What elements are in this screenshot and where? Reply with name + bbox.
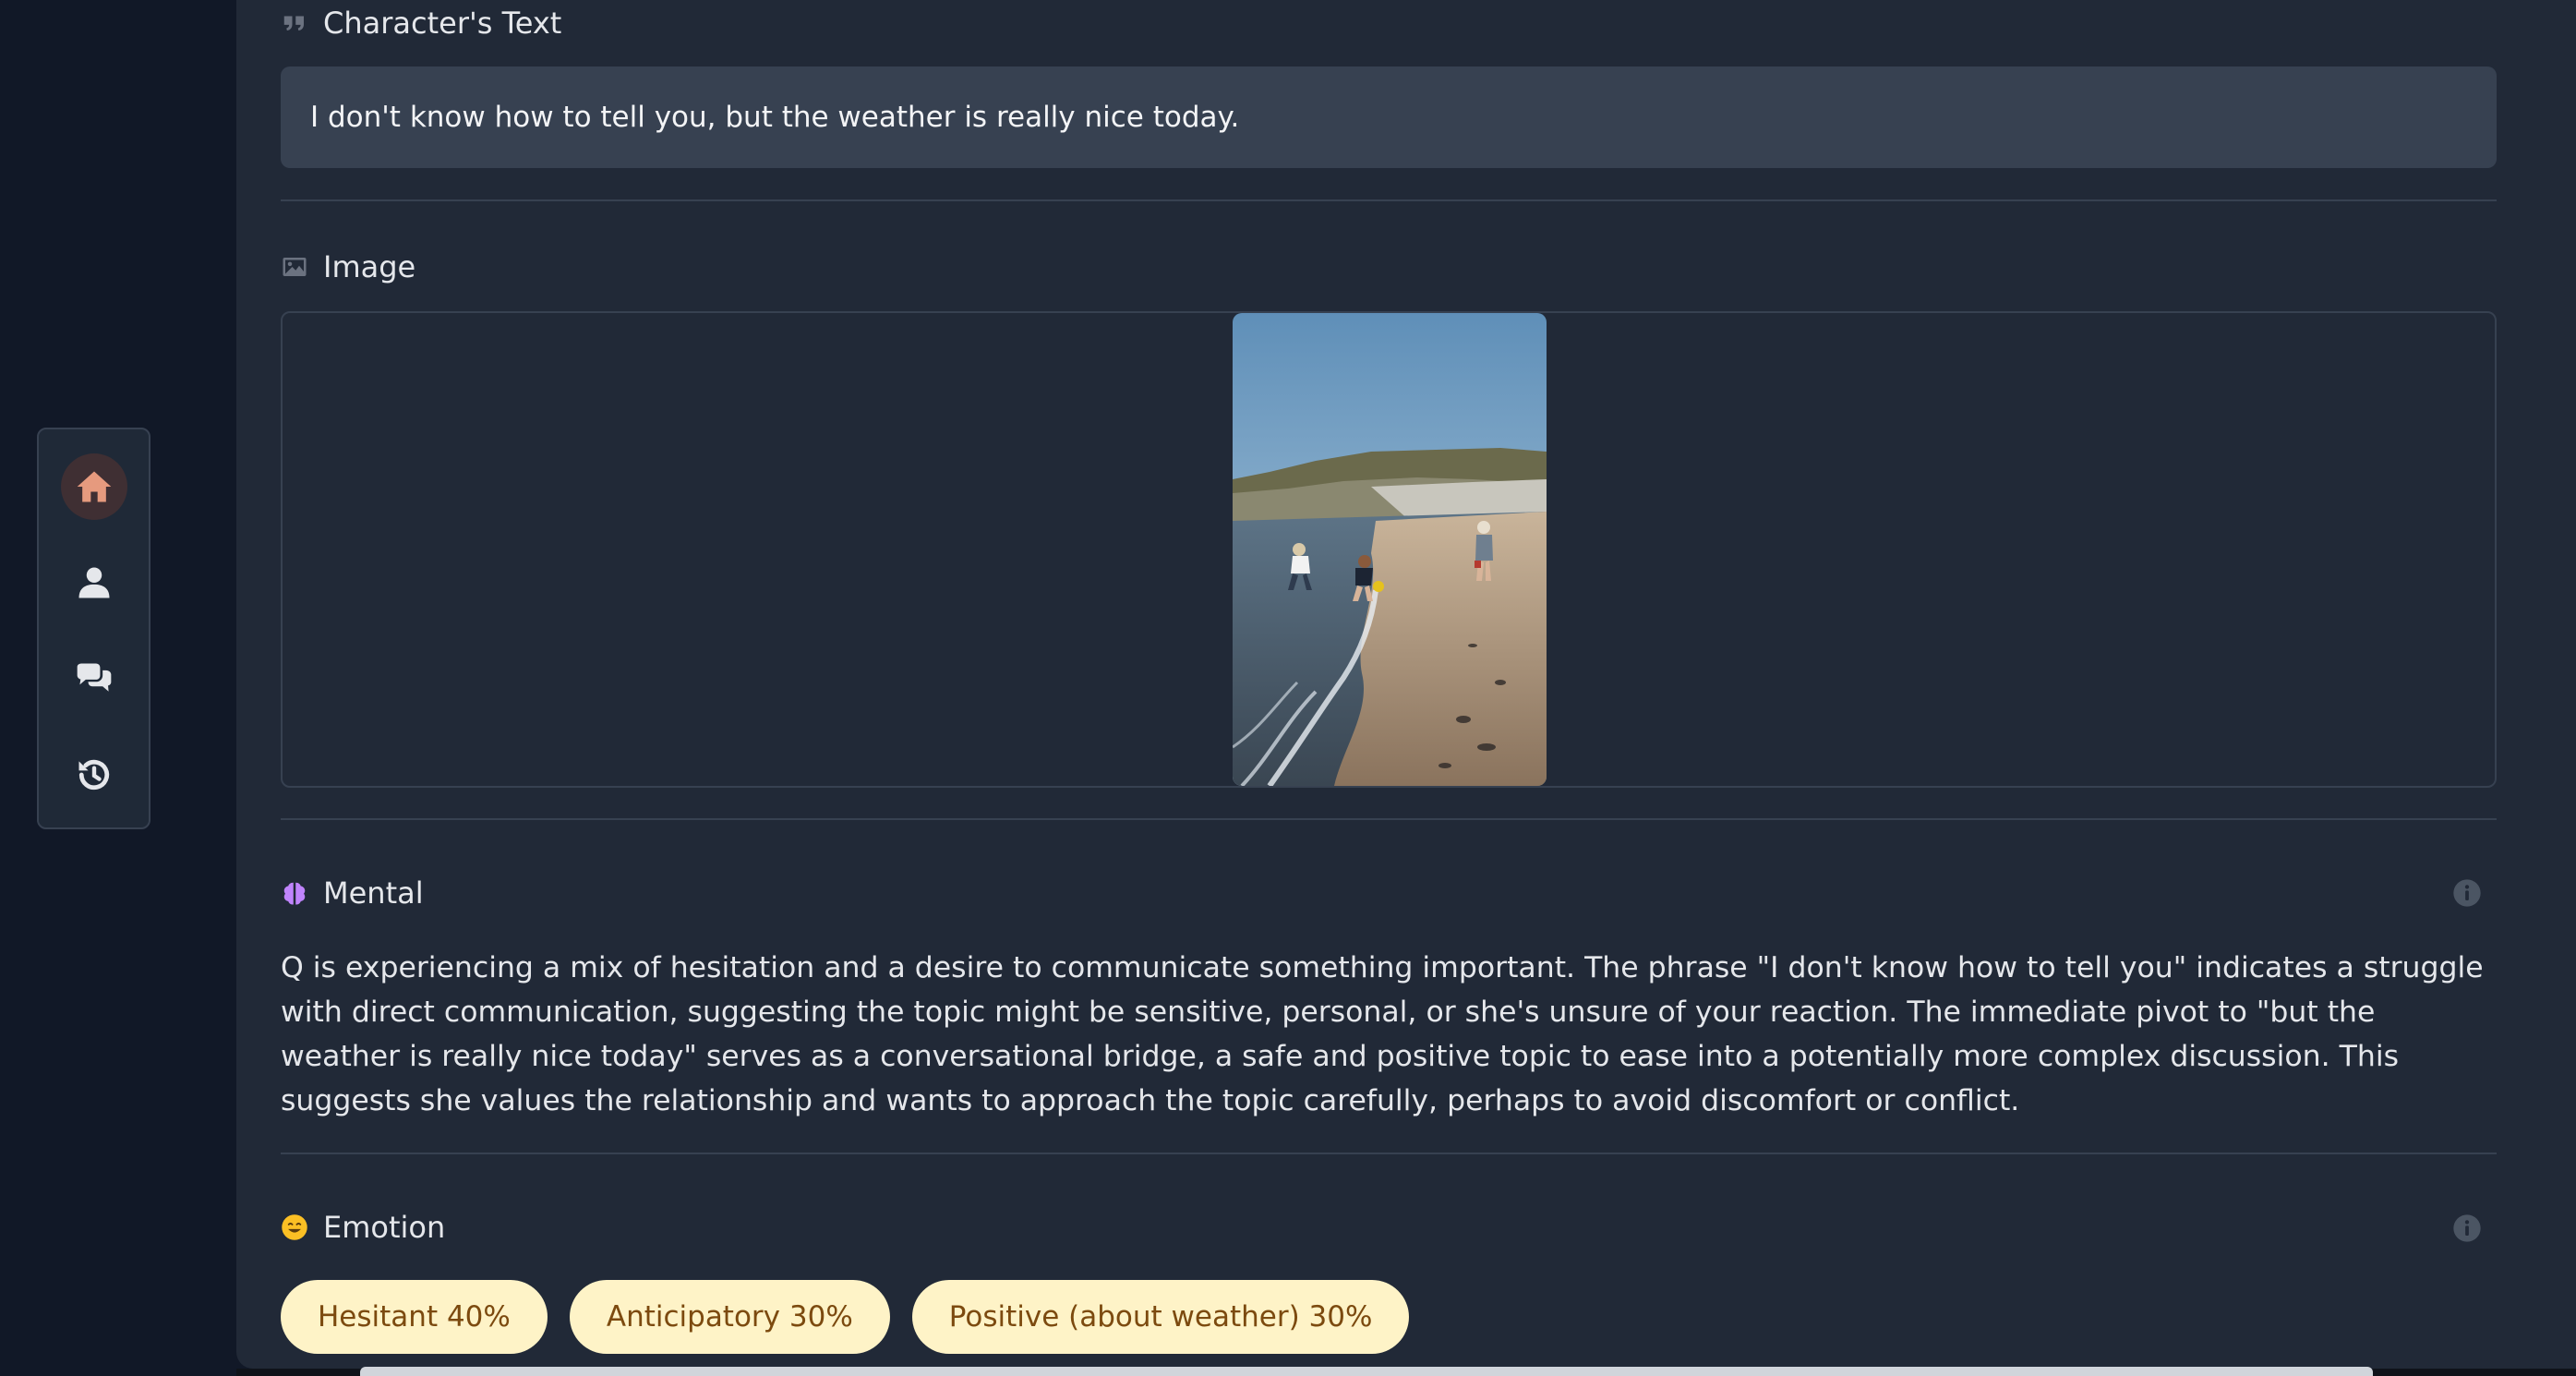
chat-icon <box>77 663 112 692</box>
emotion-tag[interactable]: Anticipatory 30% <box>569 1280 890 1354</box>
nav-history-button[interactable] <box>61 742 127 808</box>
character-text-content: I don't know how to tell you, but the we… <box>310 101 1240 134</box>
history-icon <box>78 759 110 791</box>
user-icon <box>78 567 110 598</box>
mental-heading: Mental <box>281 875 424 911</box>
emotion-heading: Emotion <box>281 1210 445 1245</box>
divider <box>281 818 2497 820</box>
mental-title: Mental <box>323 875 424 911</box>
nav-home-button[interactable] <box>61 453 127 520</box>
emotion-info-icon[interactable] <box>2452 1213 2482 1243</box>
horizontal-scrollbar[interactable] <box>360 1367 2373 1376</box>
nav-profile-button[interactable] <box>61 549 127 616</box>
emotion-tag[interactable]: Hesitant 40% <box>281 1280 548 1354</box>
quote-icon <box>281 9 308 37</box>
divider <box>281 199 2497 201</box>
image-heading: Image <box>281 249 415 284</box>
side-nav <box>37 428 150 829</box>
smile-icon <box>281 1213 308 1241</box>
emotion-tag[interactable]: Positive (about weather) 30% <box>911 1280 1410 1354</box>
character-text-title: Character's Text <box>323 6 562 41</box>
divider <box>281 1153 2497 1154</box>
character-text-heading: Character's Text <box>281 6 561 41</box>
brain-icon <box>281 879 308 907</box>
image-icon <box>281 253 308 281</box>
image-frame <box>281 311 2497 788</box>
mental-info-icon[interactable] <box>2452 878 2482 908</box>
home-icon <box>77 471 112 502</box>
nav-chat-button[interactable] <box>61 646 127 712</box>
character-text-box: I don't know how to tell you, but the we… <box>281 66 2497 168</box>
mental-description: Q is experiencing a mix of hesitation an… <box>281 951 2484 1117</box>
beach-photo[interactable] <box>1233 313 1547 786</box>
emotion-tags: Hesitant 40% Anticipatory 30% Positive (… <box>281 1280 1410 1354</box>
emotion-title: Emotion <box>323 1210 446 1245</box>
image-title: Image <box>323 249 416 284</box>
